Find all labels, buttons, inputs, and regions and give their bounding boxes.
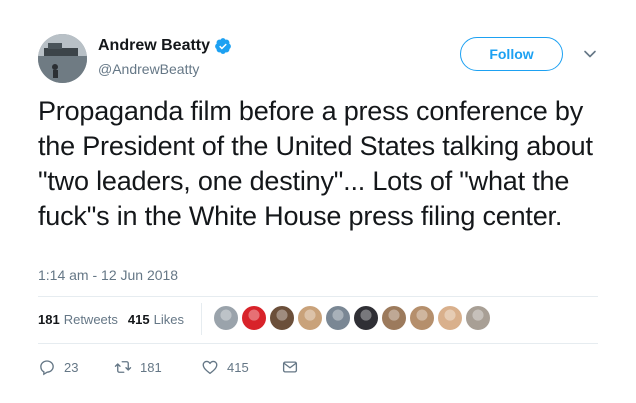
retweet-button[interactable]: 181 [114,358,201,376]
like-button[interactable]: 415 [201,358,281,376]
avatar-photo [38,34,87,83]
liker-avatar[interactable] [465,305,491,331]
retweets-stat[interactable]: 181 Retweets [38,312,118,327]
reply-icon [40,360,54,376]
liker-avatar[interactable] [297,305,323,331]
stats-separator [201,303,202,335]
liker-avatar[interactable] [213,305,239,331]
envelope-icon [282,361,298,373]
reply-button[interactable]: 23 [38,358,114,376]
tweet-timestamp[interactable]: 1:14 am - 12 Jun 2018 [38,267,178,283]
liker-avatar[interactable] [241,305,267,331]
likes-stat[interactable]: 415 Likes [128,312,184,327]
liker-avatar[interactable] [381,305,407,331]
tweet-text: Propaganda film before a press conferenc… [38,96,593,231]
likers-avatars [213,305,493,331]
author-handle[interactable]: @AndrewBeatty [98,61,199,77]
verified-badge-icon [215,38,231,54]
follow-button[interactable]: Follow [460,37,563,71]
liker-avatar[interactable] [409,305,435,331]
heart-icon [202,360,218,375]
liker-avatar[interactable] [437,305,463,331]
like-count: 415 [227,359,249,375]
retweets-count: 181 [38,312,60,327]
likes-label: Likes [153,312,184,327]
retweets-label: Retweets [63,312,118,327]
tweet-stats: 181 Retweets 415 Likes [38,312,194,327]
retweet-count: 181 [140,359,162,375]
chevron-down-icon[interactable] [583,47,597,61]
liker-avatar[interactable] [269,305,295,331]
retweet-icon [114,361,132,373]
likes-count: 415 [127,312,150,327]
divider-bottom [38,343,598,344]
reply-count: 23 [64,359,79,375]
author-name-row[interactable]: Andrew Beatty [98,37,232,55]
avatar[interactable] [38,34,87,83]
author-display-name[interactable]: Andrew Beatty [98,37,210,55]
liker-avatar[interactable] [353,305,379,331]
liker-avatar[interactable] [325,305,351,331]
divider-top [38,296,598,297]
direct-message-button[interactable] [281,358,299,376]
action-bar: 23 181 415 [38,358,299,376]
